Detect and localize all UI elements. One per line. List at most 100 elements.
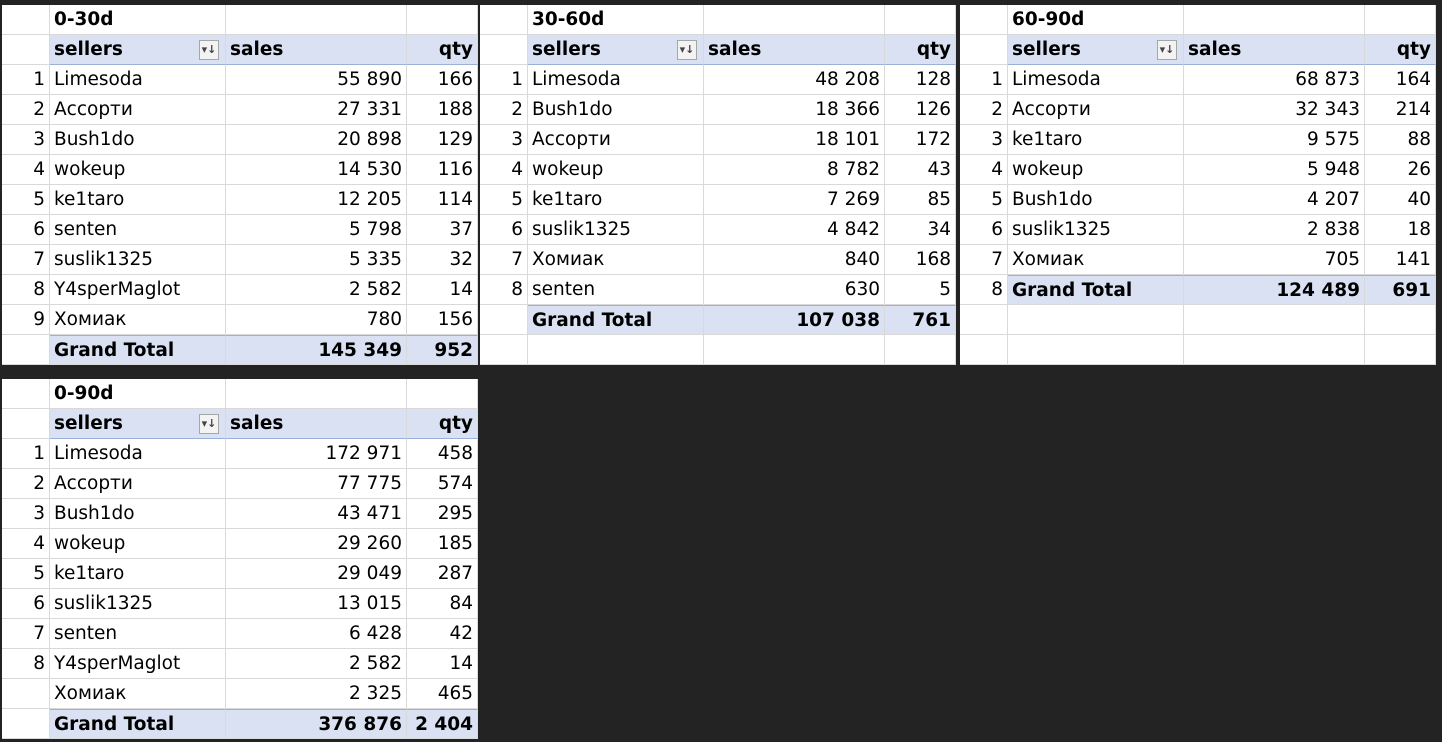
grand-total-qty[interactable]: 952 <box>407 335 478 365</box>
sales-value[interactable]: 8 782 <box>704 155 885 185</box>
sales-value[interactable]: 6 428 <box>226 619 407 649</box>
sales-value[interactable]: 4 842 <box>704 215 885 245</box>
row-number[interactable]: 5 <box>480 185 528 215</box>
row-number-cell[interactable] <box>960 35 1008 65</box>
sales-value[interactable]: 29 260 <box>226 529 407 559</box>
empty-cell[interactable] <box>960 335 1008 365</box>
sales-header[interactable]: sales <box>226 409 407 439</box>
qty-value[interactable]: 32 <box>407 245 478 275</box>
qty-value[interactable]: 574 <box>407 469 478 499</box>
qty-value[interactable]: 166 <box>407 65 478 95</box>
seller-name[interactable]: Limesoda <box>50 65 226 95</box>
row-number[interactable]: 6 <box>2 589 50 619</box>
qty-value[interactable]: 128 <box>885 65 956 95</box>
row-number[interactable]: 1 <box>2 439 50 469</box>
qty-value[interactable]: 14 <box>407 275 478 305</box>
pivot-title[interactable]: 0-30d <box>50 5 226 35</box>
qty-header[interactable]: qty <box>1365 35 1436 65</box>
empty-cell[interactable] <box>407 5 478 35</box>
qty-value[interactable]: 116 <box>407 155 478 185</box>
seller-name[interactable]: Bush1do <box>1008 185 1184 215</box>
qty-value[interactable]: 168 <box>885 245 956 275</box>
sales-value[interactable]: 43 471 <box>226 499 407 529</box>
sales-value[interactable]: 48 208 <box>704 65 885 95</box>
sales-value[interactable]: 2 325 <box>226 679 407 709</box>
qty-value[interactable]: 114 <box>407 185 478 215</box>
grand-total-sales[interactable]: 376 876 <box>226 709 407 739</box>
sellers-header[interactable]: sellers ▾↓ <box>1008 35 1184 65</box>
qty-value[interactable]: 156 <box>407 305 478 335</box>
sales-value[interactable]: 630 <box>704 275 885 305</box>
seller-name[interactable]: Ассорти <box>528 125 704 155</box>
seller-name[interactable]: suslik1325 <box>528 215 704 245</box>
empty-cell[interactable] <box>1365 5 1436 35</box>
row-number[interactable]: 5 <box>960 185 1008 215</box>
seller-name[interactable]: Хомиак <box>50 305 226 335</box>
empty-cell[interactable] <box>960 305 1008 335</box>
qty-value[interactable]: 164 <box>1365 65 1436 95</box>
row-number[interactable]: 8 <box>960 275 1008 305</box>
sellers-header[interactable]: sellers ▾↓ <box>528 35 704 65</box>
seller-name[interactable]: Limesoda <box>1008 65 1184 95</box>
qty-header[interactable]: qty <box>885 35 956 65</box>
qty-value[interactable]: 214 <box>1365 95 1436 125</box>
sales-value[interactable]: 840 <box>704 245 885 275</box>
grand-total-qty[interactable]: 761 <box>885 305 956 335</box>
row-number[interactable]: 7 <box>2 619 50 649</box>
qty-value[interactable]: 84 <box>407 589 478 619</box>
row-number[interactable]: 4 <box>960 155 1008 185</box>
sort-filter-icon[interactable]: ▾↓ <box>199 413 219 434</box>
row-number[interactable]: 1 <box>960 65 1008 95</box>
sellers-header[interactable]: sellers ▾↓ <box>50 409 226 439</box>
sales-value[interactable]: 4 207 <box>1184 185 1365 215</box>
sales-value[interactable]: 12 205 <box>226 185 407 215</box>
seller-name[interactable]: Ассорти <box>50 469 226 499</box>
row-number[interactable]: 2 <box>2 469 50 499</box>
qty-value[interactable]: 42 <box>407 619 478 649</box>
qty-value[interactable]: 172 <box>885 125 956 155</box>
seller-name[interactable]: Limesoda <box>50 439 226 469</box>
grand-total-label[interactable]: Grand Total <box>528 305 704 335</box>
row-number[interactable] <box>2 709 50 739</box>
sales-value[interactable]: 2 582 <box>226 649 407 679</box>
row-number[interactable]: 9 <box>2 305 50 335</box>
grand-total-sales[interactable]: 107 038 <box>704 305 885 335</box>
empty-cell[interactable] <box>885 5 956 35</box>
empty-cell[interactable] <box>226 379 407 409</box>
qty-value[interactable]: 295 <box>407 499 478 529</box>
empty-cell[interactable] <box>480 335 528 365</box>
empty-cell[interactable] <box>226 5 407 35</box>
sales-value[interactable]: 2 838 <box>1184 215 1365 245</box>
sales-value[interactable]: 705 <box>1184 245 1365 275</box>
sales-value[interactable]: 29 049 <box>226 559 407 589</box>
empty-cell[interactable] <box>1008 335 1184 365</box>
row-number[interactable] <box>480 305 528 335</box>
sort-filter-icon[interactable]: ▾↓ <box>199 39 219 60</box>
qty-value[interactable]: 14 <box>407 649 478 679</box>
grand-total-label[interactable]: Grand Total <box>50 709 226 739</box>
empty-cell[interactable] <box>407 379 478 409</box>
pivot-title[interactable]: 60-90d <box>1008 5 1184 35</box>
qty-value[interactable]: 26 <box>1365 155 1436 185</box>
sales-header[interactable]: sales <box>226 35 407 65</box>
row-number[interactable]: 3 <box>960 125 1008 155</box>
empty-cell[interactable] <box>1365 305 1436 335</box>
seller-name[interactable]: wokeup <box>50 529 226 559</box>
row-number[interactable]: 8 <box>480 275 528 305</box>
empty-cell[interactable] <box>528 335 704 365</box>
row-number[interactable]: 7 <box>480 245 528 275</box>
seller-name[interactable]: Bush1do <box>50 499 226 529</box>
qty-value[interactable]: 43 <box>885 155 956 185</box>
sales-value[interactable]: 55 890 <box>226 65 407 95</box>
row-number-cell[interactable] <box>2 5 50 35</box>
row-number[interactable]: 8 <box>2 275 50 305</box>
sales-value[interactable]: 5 798 <box>226 215 407 245</box>
pivot-title[interactable]: 30-60d <box>528 5 704 35</box>
seller-name[interactable]: Хомиак <box>528 245 704 275</box>
qty-value[interactable]: 126 <box>885 95 956 125</box>
row-number[interactable] <box>2 679 50 709</box>
qty-value[interactable]: 287 <box>407 559 478 589</box>
seller-name[interactable]: Bush1do <box>528 95 704 125</box>
qty-value[interactable]: 40 <box>1365 185 1436 215</box>
qty-value[interactable]: 5 <box>885 275 956 305</box>
